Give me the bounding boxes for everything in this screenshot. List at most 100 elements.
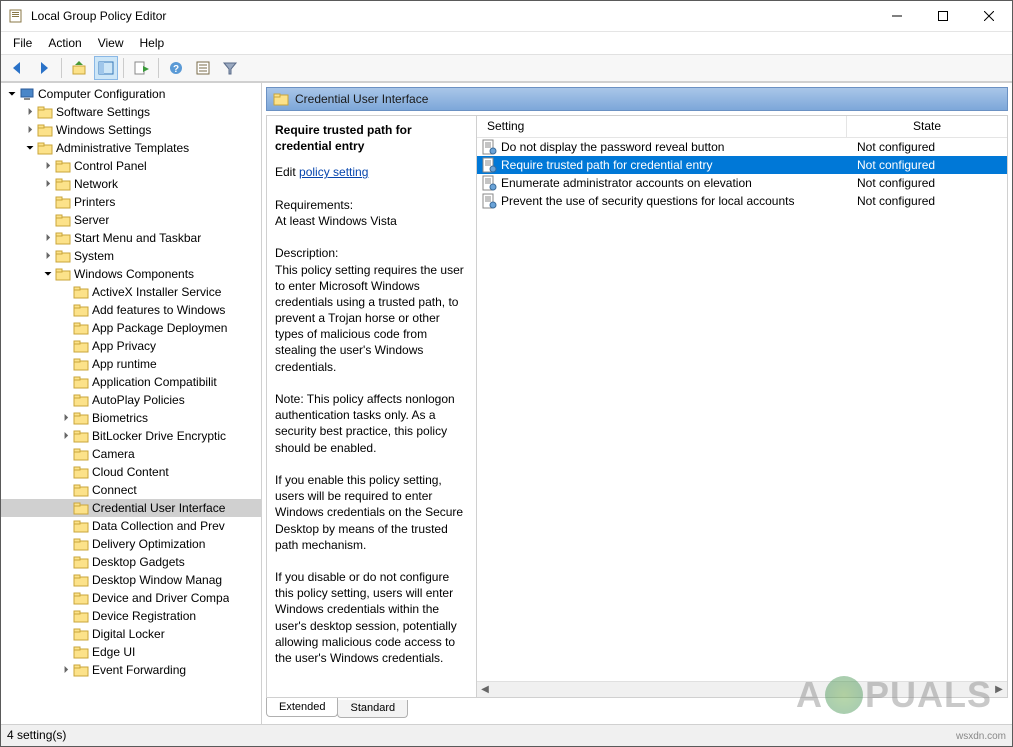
tree-item-label: Server xyxy=(74,213,109,227)
tree-item[interactable]: ⏵Start Menu and Taskbar xyxy=(1,229,261,247)
tree-item[interactable]: Application Compatibilit xyxy=(1,373,261,391)
tree-item[interactable]: Connect xyxy=(1,481,261,499)
folder-icon xyxy=(73,500,89,516)
computer-icon xyxy=(19,86,35,102)
forward-button[interactable] xyxy=(32,56,56,80)
tab-extended[interactable]: Extended xyxy=(266,698,338,717)
menu-file[interactable]: File xyxy=(5,34,40,52)
menubar: File Action View Help xyxy=(1,32,1012,54)
chevron-right-icon[interactable]: ⏵ xyxy=(41,233,55,244)
folder-icon xyxy=(73,590,89,606)
maximize-button[interactable] xyxy=(920,1,966,31)
header-band: Credential User Interface xyxy=(266,87,1008,111)
toolbar: ? xyxy=(1,54,1012,82)
folder-icon xyxy=(73,410,89,426)
chevron-right-icon[interactable]: ⏵ xyxy=(59,431,73,442)
tree-item[interactable]: ⏷Computer Configuration xyxy=(1,85,261,103)
tree-item[interactable]: ⏵Network xyxy=(1,175,261,193)
menu-view[interactable]: View xyxy=(90,34,132,52)
menu-help[interactable]: Help xyxy=(132,34,173,52)
tree-item[interactable]: Device and Driver Compa xyxy=(1,589,261,607)
tree-item-label: Control Panel xyxy=(74,159,147,173)
tree-item[interactable]: ⏵ Control Panel xyxy=(1,157,261,175)
chevron-right-icon[interactable]: ⏵ xyxy=(59,665,73,676)
chevron-down-icon[interactable]: ⏷ xyxy=(23,143,37,154)
properties-button[interactable] xyxy=(191,56,215,80)
minimize-button[interactable] xyxy=(874,1,920,31)
tree-item[interactable]: ActiveX Installer Service xyxy=(1,283,261,301)
tree-item[interactable]: Desktop Window Manag xyxy=(1,571,261,589)
tree-item[interactable]: ⏵Event Forwarding xyxy=(1,661,261,679)
horizontal-scrollbar[interactable]: ◀ ▶ xyxy=(477,681,1007,697)
folder-icon xyxy=(73,626,89,642)
description-paragraph: If you enable this policy setting, users… xyxy=(275,472,468,553)
settings-list[interactable]: Do not display the password reveal butto… xyxy=(477,138,1007,681)
menu-action[interactable]: Action xyxy=(40,34,89,52)
chevron-right-icon[interactable]: ⏵ xyxy=(23,107,37,118)
tree-item[interactable]: Desktop Gadgets xyxy=(1,553,261,571)
tree-item[interactable]: Digital Locker xyxy=(1,625,261,643)
folder-icon xyxy=(73,662,89,678)
setting-row[interactable]: Require trusted path for credential entr… xyxy=(477,156,1007,174)
tree-item[interactable]: ⏵Windows Settings xyxy=(1,121,261,139)
tree-item[interactable]: ⏵Software Settings xyxy=(1,103,261,121)
tree-item[interactable]: ⏵BitLocker Drive Encryptic xyxy=(1,427,261,445)
tree-item[interactable]: App Privacy xyxy=(1,337,261,355)
tree-item-label: App runtime xyxy=(92,357,157,371)
tree-item[interactable]: Delivery Optimization xyxy=(1,535,261,553)
setting-row[interactable]: Enumerate administrator accounts on elev… xyxy=(477,174,1007,192)
tree-item[interactable]: Data Collection and Prev xyxy=(1,517,261,535)
tabs-row: Extended Standard xyxy=(266,698,1008,720)
source-site: wsxdn.com xyxy=(956,731,1006,742)
filter-button[interactable] xyxy=(218,56,242,80)
folder-icon xyxy=(55,176,71,192)
column-state[interactable]: State xyxy=(847,116,1007,137)
chevron-right-icon[interactable]: ⏵ xyxy=(41,179,55,190)
chevron-down-icon[interactable]: ⏷ xyxy=(5,89,19,100)
up-button[interactable] xyxy=(67,56,91,80)
tab-standard[interactable]: Standard xyxy=(337,700,408,718)
back-button[interactable] xyxy=(5,56,29,80)
help-button[interactable]: ? xyxy=(164,56,188,80)
tree-item[interactable]: App runtime xyxy=(1,355,261,373)
setting-row[interactable]: Prevent the use of security questions fo… xyxy=(477,192,1007,210)
chevron-right-icon[interactable]: ⏵ xyxy=(41,251,55,262)
tree-item[interactable]: Printers xyxy=(1,193,261,211)
requirements-label: Requirements: xyxy=(275,197,468,213)
tree-item[interactable]: ⏷Administrative Templates xyxy=(1,139,261,157)
window-controls xyxy=(874,1,1012,31)
tree-item[interactable]: Server xyxy=(1,211,261,229)
setting-row[interactable]: Do not display the password reveal butto… xyxy=(477,138,1007,156)
tree-item[interactable]: Cloud Content xyxy=(1,463,261,481)
chevron-right-icon[interactable]: ⏵ xyxy=(59,413,73,424)
tree-item[interactable]: ⏷Windows Components xyxy=(1,265,261,283)
tree-item-label: ActiveX Installer Service xyxy=(92,285,221,299)
export-button[interactable] xyxy=(129,56,153,80)
tree-item[interactable]: Add features to Windows xyxy=(1,301,261,319)
toolbar-separator xyxy=(123,58,124,78)
tree-item[interactable]: Credential User Interface xyxy=(1,499,261,517)
column-setting[interactable]: Setting xyxy=(477,116,847,137)
chevron-right-icon[interactable]: ⏵ xyxy=(41,161,55,172)
tree-pane[interactable]: ⏷Computer Configuration⏵Software Setting… xyxy=(1,83,262,724)
chevron-right-icon[interactable]: ⏵ xyxy=(23,125,37,136)
tree-item[interactable]: App Package Deploymen xyxy=(1,319,261,337)
tree-item[interactable]: AutoPlay Policies xyxy=(1,391,261,409)
folder-icon xyxy=(73,320,89,336)
close-button[interactable] xyxy=(966,1,1012,31)
tree-item[interactable]: ⏵Biometrics xyxy=(1,409,261,427)
tree-item[interactable]: Camera xyxy=(1,445,261,463)
tree-item[interactable]: Device Registration xyxy=(1,607,261,625)
folder-icon xyxy=(73,554,89,570)
folder-icon xyxy=(73,644,89,660)
show-hide-tree-button[interactable] xyxy=(94,56,118,80)
folder-icon xyxy=(73,518,89,534)
chevron-down-icon[interactable]: ⏷ xyxy=(41,269,55,280)
main-area: ⏷Computer Configuration⏵Software Setting… xyxy=(1,82,1012,724)
scroll-right-icon[interactable]: ▶ xyxy=(991,684,1007,695)
tree-item[interactable]: ⏵System xyxy=(1,247,261,265)
folder-icon xyxy=(55,248,71,264)
policy-setting-link[interactable]: policy setting xyxy=(299,165,368,179)
scroll-left-icon[interactable]: ◀ xyxy=(477,684,493,695)
tree-item[interactable]: Edge UI xyxy=(1,643,261,661)
